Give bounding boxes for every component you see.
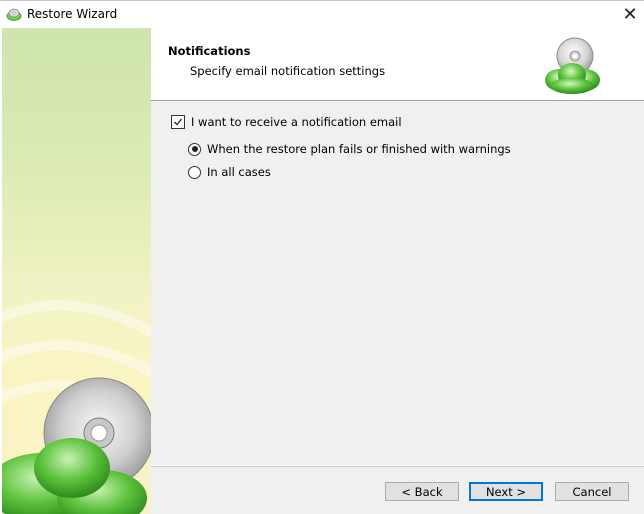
page-subtitle: Specify email notification settings: [190, 64, 386, 78]
wizard-banner: [2, 28, 151, 514]
cloud-cd-icon: [541, 36, 605, 101]
receive-email-checkbox-row[interactable]: I want to receive a notification email: [171, 115, 402, 129]
receive-email-checkbox[interactable]: [171, 115, 185, 129]
title-bar: Restore Wizard ✕: [0, 1, 644, 28]
banner-artwork: [2, 300, 151, 514]
radio-fail[interactable]: [188, 142, 201, 156]
page-title: Notifications: [168, 44, 251, 58]
cancel-button[interactable]: Cancel: [555, 482, 629, 501]
wizard-header: Notifications Specify email notification…: [151, 28, 644, 101]
window-title: Restore Wizard: [27, 7, 118, 21]
receive-email-label: I want to receive a notification email: [191, 115, 402, 129]
next-button[interactable]: Next >: [469, 482, 543, 501]
radio-all[interactable]: [188, 165, 201, 179]
wizard-footer: < Back Next > Cancel: [151, 466, 644, 514]
radio-all-row[interactable]: In all cases: [188, 165, 271, 179]
close-icon: ✕: [622, 4, 638, 25]
radio-fail-label: When the restore plan fails or finished …: [207, 142, 511, 156]
back-button[interactable]: < Back: [385, 482, 459, 501]
cloud-cd-icon: [6, 7, 22, 21]
radio-all-label: In all cases: [207, 165, 271, 179]
wizard-content: I want to receive a notification email W…: [151, 101, 644, 465]
radio-fail-row[interactable]: When the restore plan fails or finished …: [188, 142, 511, 156]
close-button[interactable]: ✕: [616, 1, 644, 28]
checkmark-icon: [174, 118, 183, 126]
restore-wizard-window: Restore Wizard ✕ Notifications Specify e…: [0, 0, 644, 514]
radio-selected-dot: [191, 146, 198, 152]
